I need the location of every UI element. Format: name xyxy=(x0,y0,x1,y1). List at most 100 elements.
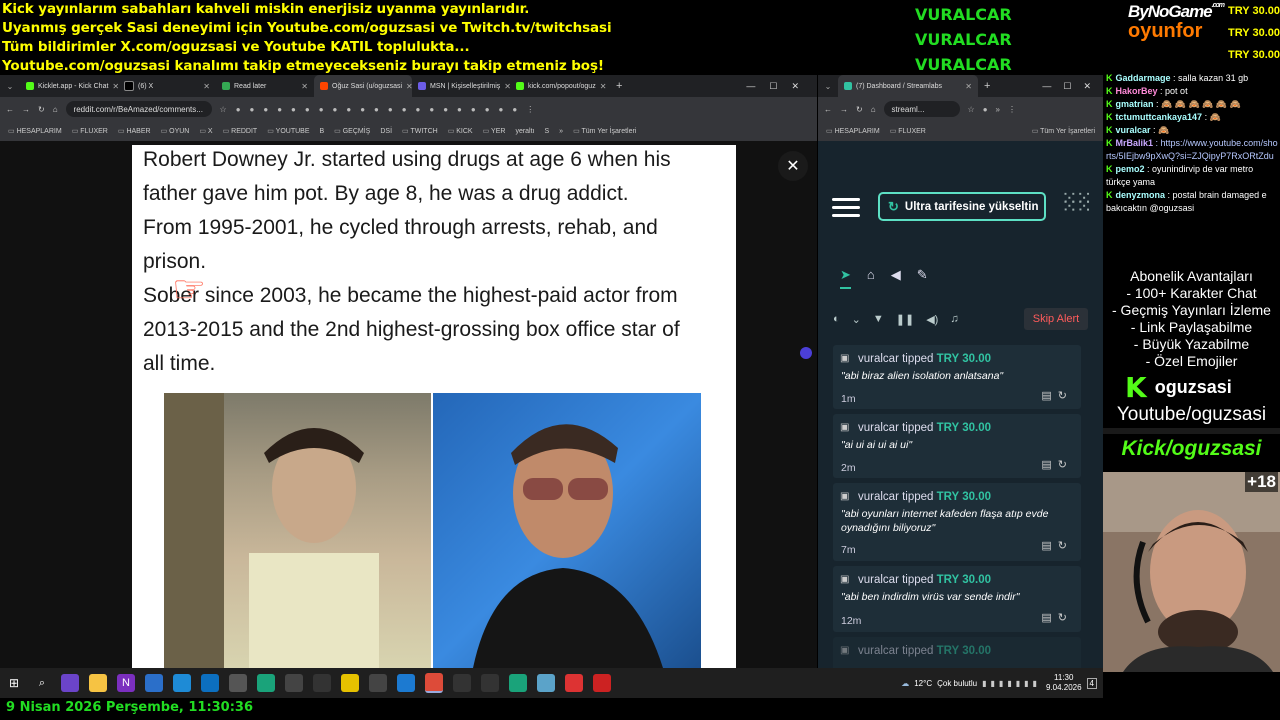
bookmark-item[interactable]: FLUXER xyxy=(72,127,108,135)
clock[interactable]: 11:30 9.04.2026 xyxy=(1046,673,1082,693)
bookmark-item[interactable]: DSİ xyxy=(380,128,392,135)
camera-icon[interactable] xyxy=(229,674,247,692)
bookmark-item[interactable]: FLUXER xyxy=(890,127,926,135)
bookmark-item[interactable]: YOUTUBE xyxy=(267,127,310,135)
close-icon[interactable]: ✕ xyxy=(600,82,607,91)
app-icon[interactable] xyxy=(537,674,555,692)
extensions-icons[interactable]: ☆●●●●●●●●●●●●●●●●●●●●●⋮ xyxy=(220,105,544,114)
extension-bubble-icon[interactable] xyxy=(800,347,812,359)
tab-list-icon[interactable]: ⌄ xyxy=(818,82,838,91)
reload-icon[interactable]: ↻ xyxy=(38,105,45,114)
browser-tab[interactable]: kick.com/popout/oguz ✕ xyxy=(510,75,608,97)
volume-icon[interactable]: ◀) xyxy=(926,313,938,326)
browser-tab[interactable]: Read later ✕ xyxy=(216,75,314,97)
kick-logo-icon: K xyxy=(1125,370,1147,404)
post-text-line: father gave him pot. By age 8, he was a … xyxy=(143,182,629,205)
new-tab-button[interactable]: + xyxy=(608,80,630,92)
close-button[interactable]: ✕ xyxy=(778,151,808,181)
app-icon[interactable] xyxy=(397,674,415,692)
bookmark-item[interactable]: HESAPLARIM xyxy=(8,127,62,135)
megaphone-icon[interactable]: ◀ xyxy=(891,267,901,289)
window-controls[interactable]: —☐✕ xyxy=(1042,81,1103,92)
menu-icon[interactable] xyxy=(832,193,860,222)
home-icon[interactable]: ⌂ xyxy=(53,105,58,114)
bookmark-item[interactable]: GEÇMİŞ xyxy=(334,127,371,135)
bell-icon[interactable]: ♫ xyxy=(950,313,958,326)
tab-list-icon[interactable]: ⌄ xyxy=(0,82,20,91)
start-icon[interactable]: ⊞ xyxy=(5,674,23,692)
bookmark-item[interactable]: YER xyxy=(483,127,505,135)
app-icon[interactable] xyxy=(257,674,275,692)
pause-icon[interactable]: ❚❚ xyxy=(896,313,914,326)
replay-icons[interactable]: ▤↻ xyxy=(1041,611,1073,624)
close-icon[interactable]: ✕ xyxy=(965,82,972,91)
close-icon[interactable]: ✕ xyxy=(203,82,210,91)
app-icon[interactable] xyxy=(61,674,79,692)
new-tab-button[interactable]: + xyxy=(978,80,996,92)
folder-icon[interactable] xyxy=(89,674,107,692)
notification-count[interactable]: 4 xyxy=(1086,677,1097,689)
browser-tab[interactable]: Kicklet.app - Kick Chat ✕ xyxy=(20,75,118,97)
bookmark-item[interactable]: X xyxy=(199,127,213,135)
bookmark-item[interactable]: yeraltı xyxy=(515,128,534,135)
bookmark-item[interactable]: TWITCH xyxy=(402,127,437,135)
reload-icon[interactable]: ↻ xyxy=(856,105,863,114)
streamlabs-dashboard: ↻ Ultra tarifesine yükseltin ⁙⁙ ⁙⁙ ➤ ⌂ ◀ … xyxy=(818,141,1103,668)
replay-icons[interactable]: ▤↻ xyxy=(1041,458,1073,471)
app-icon[interactable] xyxy=(369,674,387,692)
app-icon[interactable] xyxy=(453,674,471,692)
browser-tab-active[interactable]: Oğuz Sasi (u/oguzsasi ✕ xyxy=(314,75,412,97)
app-icon[interactable] xyxy=(313,674,331,692)
chrome-icon[interactable] xyxy=(425,673,443,693)
search-icon[interactable]: ⌕ xyxy=(33,674,51,692)
skip-alert-button[interactable]: Skip Alert xyxy=(1024,308,1088,330)
back-icon[interactable]: ← xyxy=(824,105,832,114)
browser-tab[interactable]: MSN | Kişiselleştirilmiş ✕ xyxy=(412,75,510,97)
all-bookmarks[interactable]: Tüm Yer İşaretleri xyxy=(1032,127,1095,135)
app-icon[interactable] xyxy=(481,674,499,692)
window-controls[interactable]: —☐✕ xyxy=(746,81,817,92)
post-text-line: Sober since 2003, he became the highest-… xyxy=(143,284,678,307)
onenote-icon[interactable]: N xyxy=(117,674,135,692)
bookmarks-more[interactable]: » xyxy=(559,128,563,135)
edge-icon[interactable] xyxy=(201,674,219,692)
app-icon[interactable] xyxy=(509,674,527,692)
bookmark-item[interactable]: HABER xyxy=(118,127,150,135)
app-icon[interactable] xyxy=(285,674,303,692)
back-icon[interactable]: ← xyxy=(6,105,14,114)
send-icon[interactable]: ➤ xyxy=(840,267,851,289)
app-icon[interactable] xyxy=(593,674,611,692)
bookmark-item[interactable]: REDDIT xyxy=(223,127,257,135)
vivaldi-icon[interactable] xyxy=(565,674,583,692)
gift-icon[interactable]: ⌂ xyxy=(867,267,875,289)
tray-icons[interactable]: ▮▮▮▮▮▮▮ xyxy=(982,679,1041,688)
filter-icon[interactable]: ▼ xyxy=(873,313,884,326)
shield-icon[interactable]: ◐ xyxy=(833,313,840,326)
app-icon[interactable] xyxy=(145,674,163,692)
bookmark-item[interactable]: S xyxy=(545,128,550,135)
notes-icon[interactable] xyxy=(341,674,359,692)
browser-tab[interactable]: (6) X ✕ xyxy=(118,75,216,97)
chevron-down-icon[interactable]: ⌄ xyxy=(852,313,861,326)
home-icon[interactable]: ⌂ xyxy=(871,105,876,114)
browser-tab-active[interactable]: (7) Dashboard / Streamlabs ✕ xyxy=(838,75,978,97)
url-field[interactable]: streaml... xyxy=(883,101,960,117)
bookmark-item[interactable]: OYUN xyxy=(161,127,189,135)
replay-icons[interactable]: ▤↻ xyxy=(1041,389,1073,402)
app-icon[interactable] xyxy=(173,674,191,692)
bookmark-item[interactable]: KICK xyxy=(448,127,472,135)
upgrade-button[interactable]: ↻ Ultra tarifesine yükseltin xyxy=(878,192,1046,221)
all-bookmarks[interactable]: Tüm Yer İşaretleri xyxy=(573,127,637,135)
forward-icon[interactable]: → xyxy=(840,105,848,114)
weather-text[interactable]: Çok bulutlu xyxy=(937,679,977,688)
weather-temp[interactable]: 12°C xyxy=(914,679,932,688)
url-field[interactable]: reddit.com/r/BeAmazed/comments... xyxy=(65,101,212,117)
replay-icons[interactable]: ▤↻ xyxy=(1041,539,1073,552)
bookmark-item[interactable]: B xyxy=(320,128,325,135)
close-icon[interactable]: ✕ xyxy=(301,82,308,91)
bookmark-item[interactable]: HESAPLARIM xyxy=(826,127,880,135)
forward-icon[interactable]: → xyxy=(22,105,30,114)
extensions-icons[interactable]: ☆●»⋮ xyxy=(968,105,1024,114)
brush-icon[interactable]: ✎ xyxy=(917,267,928,289)
apps-grid-icon[interactable]: ⁙⁙ ⁙⁙ xyxy=(1061,189,1092,217)
